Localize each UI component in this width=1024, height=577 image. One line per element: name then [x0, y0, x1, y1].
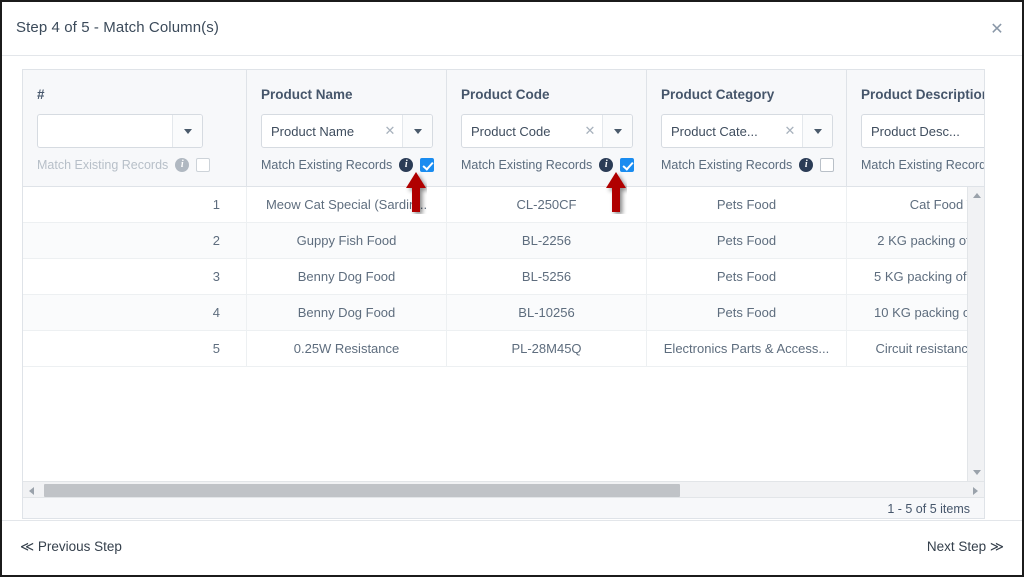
- cell-product-description: 10 KG packing of Dog Fo: [874, 305, 984, 320]
- match-existing-records-checkbox[interactable]: [196, 158, 211, 172]
- match-existing-records-label: Match Existing Records: [37, 158, 169, 172]
- cell-number: 4: [23, 295, 247, 330]
- cell-product-name: Meow Cat Special (Sardin...: [247, 187, 447, 222]
- grid-column-product-code: Product Code Product Code ✕ Match Existi…: [447, 70, 647, 186]
- cell-product-description: Circuit resistance of 0.25: [875, 341, 984, 356]
- scroll-down-icon[interactable]: [968, 464, 984, 481]
- dialog-header: Step 4 of 5 - Match Column(s) ✕: [2, 2, 1022, 56]
- cell-product-category: Electronics Parts & Access...: [647, 331, 847, 366]
- mapping-select-product-description[interactable]: Product Desc... ✕: [861, 114, 984, 148]
- cell-product-category: Pets Food: [647, 295, 847, 330]
- cell-number: 3: [23, 259, 247, 294]
- cell-product-code: BL-10256: [447, 295, 647, 330]
- cell-product-name: Benny Dog Food: [247, 295, 447, 330]
- match-existing-records-checkbox[interactable]: [620, 158, 635, 172]
- table-row[interactable]: 1 Meow Cat Special (Sardin... CL-250CF P…: [23, 187, 984, 223]
- column-header-label: Product Name: [261, 87, 353, 102]
- cell-number: 5: [23, 331, 247, 366]
- column-header-label: Product Description: [861, 87, 985, 102]
- match-existing-records-row-number: Match Existing Records i: [37, 158, 211, 172]
- cell-number: 2: [23, 223, 247, 258]
- dialog-footer: ≪ Previous Step Next Step ≫: [2, 520, 1022, 575]
- mapping-select-value: Product Cate...: [671, 123, 758, 139]
- match-existing-records-label: Match Existing Records: [661, 158, 793, 172]
- match-existing-records-label: Match Existing Records: [461, 158, 593, 172]
- cell-product-description: Cat Food Tin: [909, 197, 984, 212]
- match-existing-records-label: Match Existing Records: [261, 158, 393, 172]
- mapping-select-product-category[interactable]: Product Cate... ✕: [661, 114, 833, 148]
- scroll-up-icon[interactable]: [968, 187, 984, 204]
- match-existing-records-row-product-name: Match Existing Records i: [261, 158, 435, 172]
- cell-product-description: 2 KG packing of Fish Fo: [877, 233, 984, 248]
- match-existing-records-checkbox[interactable]: [420, 158, 435, 172]
- grid-header: # Match Existing Records i Product Name: [23, 70, 984, 187]
- column-header-label: #: [37, 87, 45, 102]
- pager-item-count: 1 - 5 of 5 items: [887, 501, 970, 516]
- table-row[interactable]: 3 Benny Dog Food BL-5256 Pets Food 5 KG …: [23, 259, 984, 295]
- clear-icon[interactable]: ✕: [778, 115, 802, 147]
- previous-step-button[interactable]: ≪ Previous Step: [20, 539, 122, 555]
- table-row[interactable]: 2 Guppy Fish Food BL-2256 Pets Food 2 KG…: [23, 223, 984, 259]
- cell-number: 1: [23, 187, 247, 222]
- cell-product-description: 5 KG packing of Dog Foo: [874, 269, 984, 284]
- info-icon[interactable]: i: [599, 158, 614, 172]
- chevron-down-icon[interactable]: [402, 115, 432, 147]
- column-header-label: Product Code: [461, 87, 550, 102]
- cell-product-code: CL-250CF: [447, 187, 647, 222]
- info-icon[interactable]: i: [799, 158, 814, 172]
- cell-product-name: Guppy Fish Food: [247, 223, 447, 258]
- dialog-body: # Match Existing Records i Product Name: [2, 56, 1022, 520]
- cell-product-name: Benny Dog Food: [247, 259, 447, 294]
- grid-column-product-description: Product Description Product Desc... ✕ Ma…: [847, 70, 985, 186]
- page-title: Step 4 of 5 - Match Column(s): [16, 19, 219, 36]
- cell-product-category: Pets Food: [647, 187, 847, 222]
- grid-column-product-name: Product Name Product Name ✕ Match Existi…: [247, 70, 447, 186]
- match-existing-records-label: Match Existing Records: [861, 158, 985, 172]
- horizontal-scrollbar-thumb[interactable]: [44, 484, 680, 497]
- clear-icon[interactable]: ✕: [378, 115, 402, 147]
- mapping-select-product-code[interactable]: Product Code ✕: [461, 114, 633, 148]
- next-step-button[interactable]: Next Step ≫: [927, 539, 1004, 555]
- cell-product-code: BL-2256: [447, 223, 647, 258]
- mapping-select-value: Product Desc...: [871, 123, 960, 139]
- clear-icon[interactable]: ✕: [978, 115, 984, 147]
- scroll-left-icon[interactable]: [23, 482, 40, 499]
- match-existing-records-checkbox[interactable]: [820, 158, 835, 172]
- grid-column-number: # Match Existing Records i: [23, 70, 247, 186]
- horizontal-scrollbar[interactable]: [23, 481, 984, 498]
- match-existing-records-row-product-description: Match Existing Records i: [861, 158, 985, 172]
- column-header-label: Product Category: [661, 87, 775, 102]
- pager: 1 - 5 of 5 items: [23, 498, 984, 518]
- cell-product-name: 0.25W Resistance: [247, 331, 447, 366]
- mapping-select-value: Product Name: [271, 123, 355, 139]
- chevron-down-icon[interactable]: [802, 115, 832, 147]
- table-row[interactable]: 4 Benny Dog Food BL-10256 Pets Food 10 K…: [23, 295, 984, 331]
- close-icon[interactable]: ✕: [986, 18, 1008, 40]
- mapping-select-value: Product Code: [471, 123, 551, 139]
- match-columns-grid: # Match Existing Records i Product Name: [22, 69, 985, 519]
- mapping-select-number[interactable]: [37, 114, 203, 148]
- clear-icon[interactable]: ✕: [578, 115, 602, 147]
- chevron-down-icon[interactable]: [172, 115, 202, 147]
- cell-product-category: Pets Food: [647, 223, 847, 258]
- scroll-right-icon[interactable]: [967, 482, 984, 499]
- cell-product-code: PL-28M45Q: [447, 331, 647, 366]
- cell-product-code: BL-5256: [447, 259, 647, 294]
- mapping-select-product-name[interactable]: Product Name ✕: [261, 114, 433, 148]
- grid-column-product-category: Product Category Product Cate... ✕ Match…: [647, 70, 847, 186]
- vertical-scrollbar[interactable]: [967, 187, 984, 481]
- info-icon[interactable]: i: [399, 158, 414, 172]
- table-row[interactable]: 5 0.25W Resistance PL-28M45Q Electronics…: [23, 331, 984, 367]
- chevron-down-icon[interactable]: [602, 115, 632, 147]
- mapping-select-value: [38, 115, 172, 147]
- cell-product-category: Pets Food: [647, 259, 847, 294]
- match-existing-records-row-product-code: Match Existing Records i: [461, 158, 635, 172]
- grid-data-area: 1 Meow Cat Special (Sardin... CL-250CF P…: [23, 187, 984, 481]
- info-icon[interactable]: i: [175, 158, 190, 172]
- match-existing-records-row-product-category: Match Existing Records i: [661, 158, 835, 172]
- dialog-window: Step 4 of 5 - Match Column(s) ✕ # Match …: [0, 0, 1024, 577]
